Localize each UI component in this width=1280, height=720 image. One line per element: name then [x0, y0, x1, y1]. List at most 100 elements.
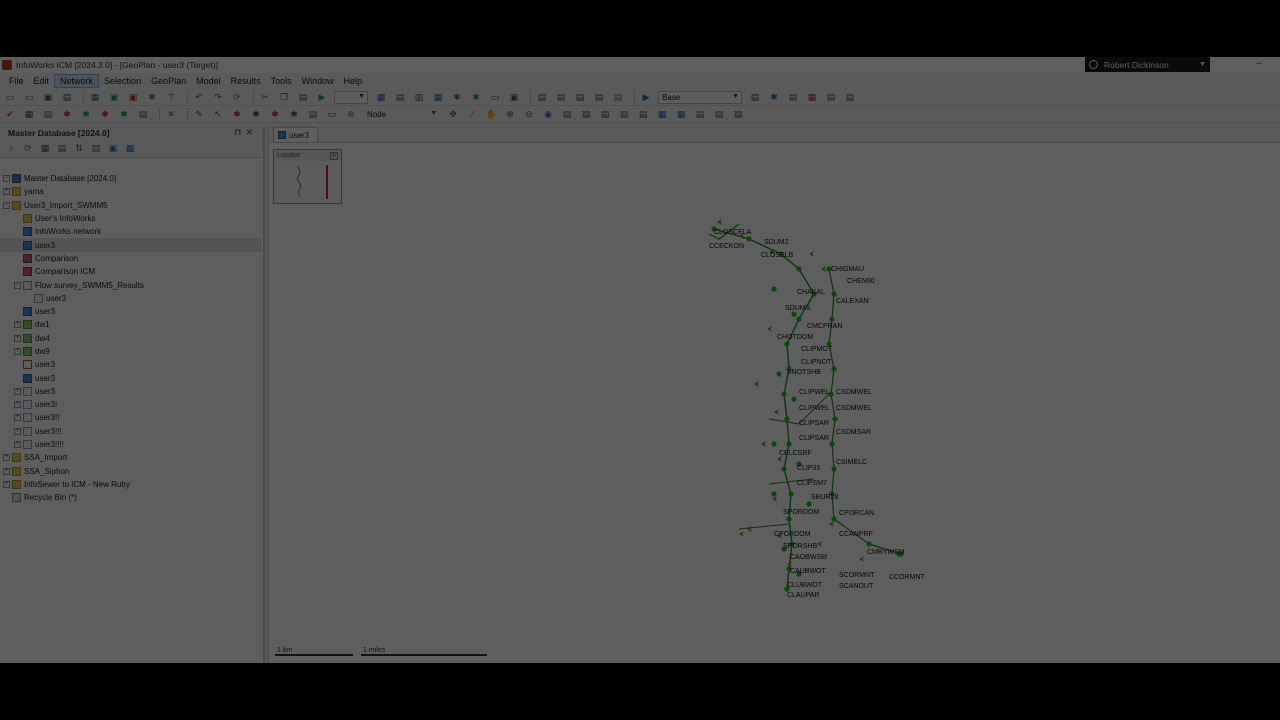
expand-icon[interactable]: +: [14, 348, 21, 355]
downstream-icon[interactable]: ✱: [287, 107, 301, 121]
tree-item[interactable]: Comparison: [0, 252, 262, 265]
run-icon[interactable]: ▶: [315, 90, 329, 104]
grid2-icon[interactable]: ▦: [22, 107, 36, 121]
report-icon[interactable]: ▤: [731, 107, 745, 121]
scenario-export-icon[interactable]: ▤: [843, 90, 857, 104]
trace-icon[interactable]: ✱: [230, 107, 244, 121]
tree-item[interactable]: user3: [0, 305, 262, 318]
menu-help[interactable]: Help: [339, 75, 368, 87]
expand-icon[interactable]: +: [14, 401, 21, 409]
poly-icon[interactable]: ▤: [136, 107, 150, 121]
menu-results[interactable]: Results: [226, 75, 266, 87]
delete-icon[interactable]: ✕: [164, 107, 178, 121]
explorer-props-icon[interactable]: ▦: [123, 142, 137, 156]
explorer-grid-icon[interactable]: ▦: [38, 142, 52, 156]
expand-icon[interactable]: +: [3, 454, 10, 462]
chart-icon[interactable]: ▥: [412, 90, 426, 104]
scenario-edit-icon[interactable]: ✱: [767, 90, 781, 104]
tree-item[interactable]: user3: [0, 292, 262, 305]
tree-item[interactable]: − User3_Import_SWMM5: [0, 199, 262, 212]
zoom-out-icon[interactable]: ⊖: [522, 107, 536, 121]
menu-geoplan[interactable]: GeoPlan: [146, 75, 191, 87]
measure-icon[interactable]: ▤: [306, 107, 320, 121]
zoom-in-icon[interactable]: ⊕: [503, 107, 517, 121]
tree-item[interactable]: + dw4: [0, 332, 262, 345]
tool-icon[interactable]: ✱: [145, 90, 159, 104]
select-icon[interactable]: ▤: [592, 90, 606, 104]
menu-window[interactable]: Window: [297, 75, 339, 87]
menu-network[interactable]: Network: [54, 74, 100, 88]
expand-icon[interactable]: +: [14, 334, 21, 342]
profile-icon[interactable]: ▦: [431, 90, 445, 104]
sub-add-icon[interactable]: ✱: [117, 107, 131, 121]
scenario-combo[interactable]: Base ▼: [658, 90, 742, 104]
print-icon[interactable]: ▤: [60, 90, 74, 104]
explorer-list-icon[interactable]: ▤: [55, 142, 69, 156]
paste-icon[interactable]: ▤: [296, 90, 310, 104]
tree-item[interactable]: + dw9: [0, 345, 262, 358]
scenario-icon[interactable]: ▶: [639, 90, 653, 104]
explorer-new-icon[interactable]: ▣: [106, 142, 120, 156]
tree-item[interactable]: − Flow survey_SWMM5_Results: [0, 278, 262, 291]
scenario-add-icon[interactable]: ▤: [748, 90, 762, 104]
expand-icon[interactable]: +: [14, 414, 21, 422]
frame-icon[interactable]: ▣: [507, 90, 521, 104]
check-icon[interactable]: ✔: [3, 107, 17, 121]
explorer-refresh-icon[interactable]: ⟳: [21, 142, 35, 156]
tree-item[interactable]: + yama: [0, 185, 262, 198]
label-icon[interactable]: ▤: [554, 90, 568, 104]
expand-icon[interactable]: +: [14, 427, 21, 435]
split-icon[interactable]: ✱: [60, 107, 74, 121]
theme-combo[interactable]: ▼: [334, 90, 368, 104]
pan-icon[interactable]: ✥: [446, 107, 460, 121]
refresh-icon[interactable]: ⟳: [230, 90, 244, 104]
scenario-copy-icon[interactable]: ▤: [824, 90, 838, 104]
scenario-manage-icon[interactable]: ▤: [786, 90, 800, 104]
menu-tools[interactable]: Tools: [266, 75, 297, 87]
zoom-icon[interactable]: ▤: [611, 90, 625, 104]
tree-item[interactable]: + dw1: [0, 318, 262, 331]
props-icon[interactable]: ▤: [535, 90, 549, 104]
animate-icon[interactable]: ▤: [712, 107, 726, 121]
tree-item[interactable]: + user3!: [0, 398, 262, 411]
commit-icon[interactable]: ▣: [126, 90, 140, 104]
close-icon[interactable]: ✕: [245, 127, 257, 137]
measure2-icon[interactable]: ⟋: [465, 107, 479, 121]
hand-icon[interactable]: ✋: [484, 107, 498, 121]
menu-model[interactable]: Model: [191, 75, 226, 87]
minimize-icon[interactable]: –: [1252, 58, 1266, 71]
up-icon[interactable]: ↑: [4, 142, 18, 156]
tree-item[interactable]: user3: [0, 371, 262, 384]
locator-window[interactable]: Locator ✕: [273, 149, 342, 204]
tree-item[interactable]: Recycle Bin (*): [0, 491, 262, 504]
tree-item[interactable]: + user3: [0, 385, 262, 398]
tree-item[interactable]: InfoWorks network: [0, 225, 262, 238]
expand-icon[interactable]: +: [3, 480, 10, 488]
collapse-icon[interactable]: −: [14, 281, 21, 289]
expand-icon[interactable]: +: [14, 387, 21, 395]
undo-icon[interactable]: ↶: [192, 90, 206, 104]
background-icon[interactable]: ▦: [674, 107, 688, 121]
expand-icon[interactable]: +: [3, 467, 10, 475]
node-add-icon[interactable]: ✱: [79, 107, 93, 121]
explorer-sort-icon[interactable]: ⇅: [72, 142, 86, 156]
expand-icon[interactable]: +: [14, 441, 21, 449]
pin-icon[interactable]: ⊓: [234, 127, 245, 137]
expand-icon[interactable]: +: [14, 321, 21, 329]
table-icon[interactable]: ▤: [393, 90, 407, 104]
pointer-icon[interactable]: ↖: [211, 107, 225, 121]
ruler-icon[interactable]: ▭: [325, 107, 339, 121]
open-icon[interactable]: ▭: [22, 90, 36, 104]
draw-icon[interactable]: ✎: [192, 107, 206, 121]
trace2-icon[interactable]: ✱: [249, 107, 263, 121]
flow-icon[interactable]: ✱: [450, 90, 464, 104]
tree-item[interactable]: − Master Database [2024.0]: [0, 172, 262, 185]
tree-item[interactable]: + user3!!: [0, 411, 262, 424]
link-icon[interactable]: ✱: [469, 90, 483, 104]
collapse-icon[interactable]: −: [3, 201, 10, 209]
tree-item[interactable]: Comparison ICM: [0, 265, 262, 278]
bookmark-icon[interactable]: ▤: [598, 107, 612, 121]
object-type-combo[interactable]: ▼: [360, 108, 440, 121]
upstream-icon[interactable]: ✱: [268, 107, 282, 121]
cut-icon[interactable]: ✂: [258, 90, 272, 104]
